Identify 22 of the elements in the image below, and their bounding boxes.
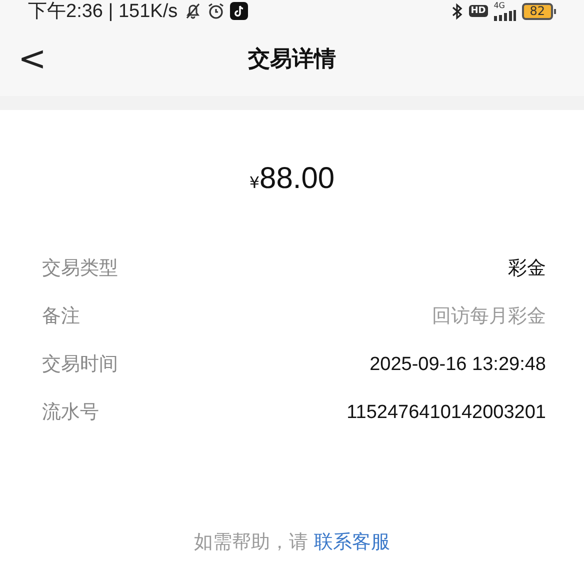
contact-support-link[interactable]: 联系客服 <box>314 531 390 553</box>
detail-label: 备注 <box>42 304 80 329</box>
help-text: 如需帮助，请 <box>194 531 308 553</box>
currency-symbol: ¥ <box>249 173 260 192</box>
network-type: 4G <box>494 2 506 10</box>
amount-value: 88.00 <box>260 162 335 196</box>
muted-bell-icon <box>184 2 202 20</box>
signal-icon <box>494 10 516 20</box>
hd-badge: HD <box>468 5 488 17</box>
detail-label: 交易类型 <box>42 256 118 281</box>
status-time: 下午2:36 | 151K/s <box>28 0 178 24</box>
back-button[interactable]: < <box>14 42 50 76</box>
alarm-clock-icon <box>206 2 225 20</box>
detail-value: 彩金 <box>508 257 546 281</box>
bluetooth-icon <box>450 2 463 20</box>
detail-value: 1152476410142003201 <box>346 401 546 425</box>
detail-label: 流水号 <box>42 400 99 425</box>
page-title: 交易详情 <box>247 46 337 74</box>
detail-value: 回访每月彩金 <box>432 305 546 329</box>
battery-indicator: 82 <box>522 2 553 20</box>
detail-label: 交易时间 <box>42 352 118 377</box>
detail-value: 2025-09-16 13:29:48 <box>370 353 546 377</box>
